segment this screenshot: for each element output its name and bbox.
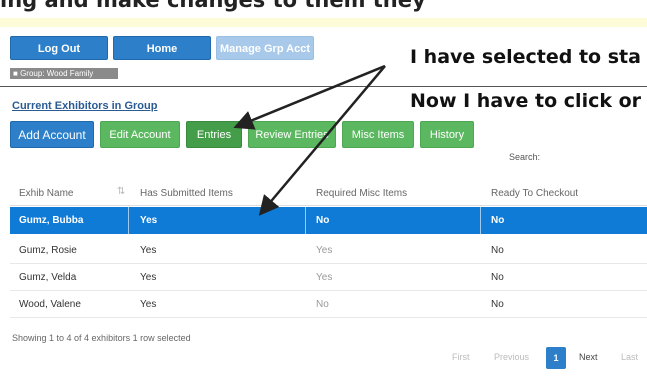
arrow-to-entries-button <box>233 64 386 130</box>
annotation-arrows <box>233 64 386 216</box>
arrow-to-selected-row <box>258 65 386 216</box>
